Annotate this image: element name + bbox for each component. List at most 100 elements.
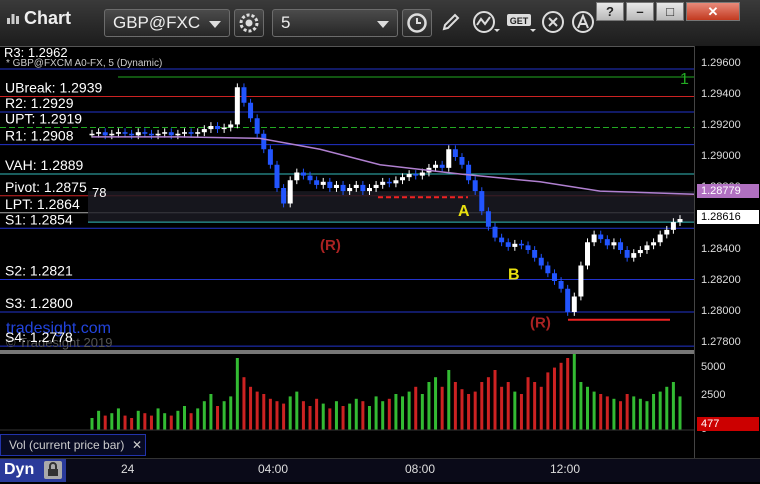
candle-body (492, 226, 498, 238)
candle-body (353, 184, 359, 188)
volume-bar (652, 394, 656, 430)
candle-body (241, 87, 247, 103)
candle-body (327, 181, 333, 188)
candle-body (155, 133, 161, 136)
lock-icon[interactable] (44, 461, 62, 479)
volume-tick: 5000 (701, 361, 726, 373)
volume-bar (209, 394, 213, 430)
volume-bar (156, 408, 160, 430)
level-label-r1: R1: 1.2908 (5, 128, 74, 144)
volume-bar (658, 391, 662, 430)
volume-legend[interactable]: Vol (current price bar) ✕ (0, 434, 146, 456)
candle-body (551, 273, 557, 281)
settings-button[interactable] (234, 9, 264, 37)
level-label-s1: S1: 1.2854 (5, 211, 73, 227)
candle-body (651, 242, 657, 246)
volume-bar (414, 386, 418, 430)
candle-body (472, 180, 478, 192)
volume-bar (169, 415, 173, 430)
volume-bar (625, 394, 629, 430)
line-chart-icon (473, 11, 500, 33)
price-tick: 1.27800 (701, 336, 741, 348)
candle-body (406, 174, 412, 178)
volume-bar (301, 401, 305, 430)
candle-body (446, 149, 452, 168)
volume-bar (559, 362, 563, 430)
annotation-reversal-2: (R) (530, 315, 551, 332)
volume-bar (467, 394, 471, 430)
chevron-down-icon (209, 21, 221, 28)
candle-body (188, 132, 194, 134)
volume-bar (354, 398, 358, 430)
volume-bar (235, 358, 239, 430)
studies-button[interactable] (470, 9, 500, 37)
price-tick: 1.29400 (701, 88, 741, 100)
candle-body (360, 184, 366, 192)
time-label-24: 24 (121, 462, 135, 476)
candle-body (195, 132, 201, 134)
candle-body (294, 172, 300, 181)
price-tag-current: 1.28616 (697, 209, 759, 224)
candle-body (657, 234, 663, 243)
symbol-dropdown[interactable]: GBP@FXC (104, 9, 230, 37)
candle-body (281, 188, 287, 204)
candle-body (380, 181, 386, 185)
clock-icon (407, 13, 427, 33)
level-label-pivot: Pivot: 1.2875 (5, 179, 87, 195)
help-button[interactable]: ? (596, 2, 624, 21)
candle-body (314, 180, 320, 185)
candle-body (386, 181, 392, 184)
price-tick: 1.29000 (701, 150, 741, 162)
volume-bar (447, 370, 451, 430)
candle-body (109, 133, 115, 136)
volume-bar (216, 406, 220, 430)
candle-body (670, 222, 676, 230)
candle-body (366, 188, 372, 192)
maximize-button[interactable]: □ (656, 2, 684, 21)
candle-body (267, 149, 273, 165)
annotation-reversal-1: (R) (320, 237, 341, 254)
close-chart-button[interactable] (540, 9, 570, 37)
overlay-value: 78 (92, 185, 106, 200)
price-chart[interactable]: AB(R)(R)tradesight.com© Tradesight 2019 … (0, 46, 694, 350)
draw-button[interactable] (436, 9, 466, 37)
volume-bar (519, 394, 523, 430)
pencil-icon (442, 13, 460, 31)
level-label-vah: VAH: 1.2889 (5, 157, 84, 173)
annotation-b: B (508, 266, 520, 283)
candle-body (466, 164, 472, 181)
candle-body (433, 164, 439, 168)
volume-bar (202, 401, 206, 430)
candle-body (115, 132, 121, 134)
volume-bar (566, 358, 570, 430)
volume-bar (334, 401, 338, 430)
candle-body (215, 126, 221, 130)
volume-bar (486, 377, 490, 430)
volume-tag-current: 477 (697, 417, 759, 431)
candle-body (261, 133, 267, 150)
candle-body (532, 250, 538, 258)
volume-bar (348, 403, 352, 430)
gear-icon (239, 13, 259, 33)
title-bar: Chart GBP@FXC 5 GET ? – □ ✕ (0, 0, 760, 47)
close-icon[interactable]: ✕ (132, 435, 142, 455)
volume-bar (579, 382, 583, 430)
alert-a-icon (572, 11, 594, 33)
minimize-button[interactable]: – (626, 2, 654, 21)
volume-bar (222, 401, 226, 430)
candle-body (333, 184, 339, 188)
volume-bar (500, 386, 504, 430)
price-axis[interactable]: 1.296001.294001.292001.290001.288001.286… (694, 46, 760, 458)
volume-bar (493, 370, 497, 430)
get-data-button[interactable]: GET (506, 9, 536, 37)
candle-body (122, 132, 128, 134)
time-axis[interactable]: Dyn 24 04:00 08:00 12:00 (0, 458, 760, 482)
volume-bar (328, 408, 332, 430)
interval-dropdown[interactable]: 5 (272, 9, 398, 37)
candle-body (604, 239, 610, 246)
close-window-button[interactable]: ✕ (686, 2, 740, 21)
level-label-s4: S4: 1.2778 (5, 329, 73, 345)
volume-bar (526, 377, 530, 430)
svg-text:GET: GET (510, 16, 529, 26)
clock-button[interactable] (402, 9, 432, 37)
